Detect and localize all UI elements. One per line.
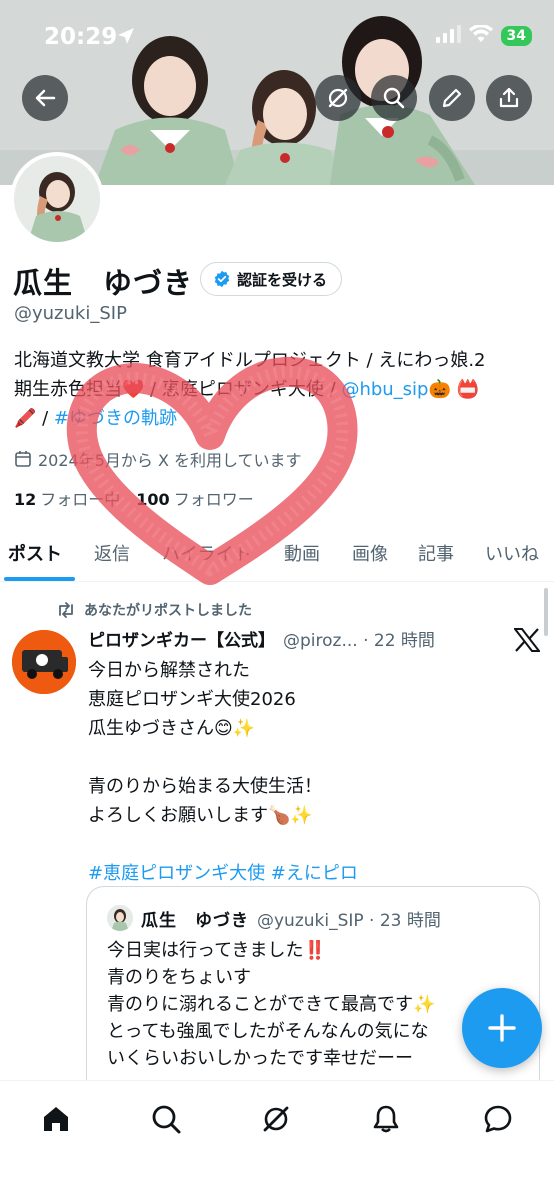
repost-indicator: あなたがリポストしました [56,600,252,620]
nav-notifications[interactable] [364,1097,408,1141]
followers-label: フォロワー [173,490,254,509]
bio-text: 🖍️ / [14,408,54,429]
quote-line: とっても強風でしたがそんなんの気にな [107,1021,429,1042]
profile-avatar[interactable] [10,152,104,246]
avatar-photo [14,156,100,242]
signal-icon [435,25,461,47]
quote-header: 瓜生 ゆづき @yuzuki_SIP · 23 時間 [107,905,441,931]
search-icon [383,87,405,109]
post-body: 今日から解禁された 恵庭ピロザンギ大使2026 瓜生ゆづきさん😊✨ 青のりから始… [88,656,528,888]
quote-line: いくらいおいしかったです幸せだーー [107,1048,413,1069]
compose-post-button[interactable] [462,988,542,1068]
nav-messages[interactable] [476,1097,520,1141]
share-icon [499,87,519,108]
post-line: 青のりから始まる大使生活！ [88,776,322,797]
back-arrow-icon [35,89,56,107]
following-link[interactable]: 12 フォロー中 [14,486,120,510]
home-icon [44,1107,68,1131]
pencil-icon [442,88,462,108]
quote-line: 青のりに溺れることができて最高です✨ [107,994,436,1015]
scrollbar[interactable] [544,588,548,636]
search-button[interactable] [371,75,417,121]
location-arrow-icon [116,26,136,50]
followers-link[interactable]: 100 フォロワー [136,486,253,510]
tab-articles[interactable]: 記事 [418,540,454,566]
quote-body: 今日実は行ってきました‼️ 青のりをちょいす 青のりに溺れることができて最高です… [107,937,435,1072]
bio-mention-link[interactable]: @hbu_sip [341,379,428,400]
post-line: よろしくお願いします🍗✨ [88,805,313,826]
search-icon [152,1105,181,1134]
grok-button[interactable] [315,75,361,121]
bio-line: 期生赤色担当❤️ / 恵庭ピロザンギ大使 / @hbu_sip🎃 📛 [14,375,539,404]
get-verified-label: 認証を受ける [237,270,328,289]
status-indicators: 34 [435,24,532,47]
post-line [88,830,528,859]
repost-label: あなたがリポストしました [84,603,252,619]
quote-line: 今日実は行ってきました‼️ [107,940,326,961]
nav-search[interactable] [144,1097,188,1141]
share-button[interactable] [486,75,532,121]
tab-posts[interactable]: ポスト [8,540,62,566]
messages-icon [484,1105,512,1133]
nav-grok[interactable] [254,1097,298,1141]
quote-handle-time: @yuzuki_SIP · 23 時間 [257,910,441,931]
quoted-post[interactable]: 瓜生 ゆづき @yuzuki_SIP · 23 時間 今日実は行ってきました‼️… [86,886,540,1106]
profile-bio: 北海道文教大学 食育アイドルプロジェクト / えにわっ娘.2 期生赤色担当❤️ … [14,346,539,433]
post-header: ピロザンギカー【公式】 @piroz... · 22 時間 [88,626,435,651]
bio-line: 🖍️ / #ゆづきの軌跡 [14,404,539,433]
post-line: 今日から解禁された [88,660,250,681]
plus-icon [488,1014,516,1042]
profile-handle: @yuzuki_SIP [14,303,127,324]
calendar-icon [15,451,31,467]
wifi-icon [468,24,493,47]
tab-likes[interactable]: いいね [485,540,539,566]
verified-badge-icon [214,270,230,288]
grok-icon [328,88,348,108]
post-author-name[interactable]: ピロザンギカー【公式】 [88,626,275,651]
follow-stats: 12 フォロー中 100 フォロワー [14,486,254,510]
food-truck-logo [12,630,76,694]
post-line [88,743,528,772]
bio-text: 期生赤色担当❤️ / 恵庭ピロザンギ大使 / [14,379,342,400]
bottom-navigation [0,1080,554,1199]
post-line: 恵庭ピロザンギ大使2026 [88,689,296,710]
battery-indicator: 34 [500,26,532,46]
following-count: 12 [14,490,37,509]
status-time: 20:29 [44,24,118,50]
post-line: 瓜生ゆづきさん😊✨ [88,718,256,739]
back-button[interactable] [22,75,68,121]
get-verified-button[interactable]: 認証を受ける [200,262,343,296]
tab-images[interactable]: 画像 [352,540,388,566]
quote-author-avatar [107,905,133,931]
nav-home[interactable] [34,1097,78,1141]
joined-date: 2024年5月から X を利用しています [14,447,302,471]
repost-icon [59,602,73,618]
active-tab-indicator [4,577,75,581]
edit-button[interactable] [429,75,475,121]
post-author-avatar[interactable] [12,630,76,694]
profile-tabs: ポスト 返信 ハイライト 動画 画像 記事 いいね [0,526,554,582]
profile-name: 瓜生 ゆづき [13,266,194,300]
status-bar: 20:29 34 [0,0,554,70]
bio-hashtag-link[interactable]: #ゆづきの軌跡 [54,408,177,429]
tab-highlights[interactable]: ハイライト [162,540,252,566]
bio-emoji: 🎃 📛 [428,379,480,400]
tab-replies[interactable]: 返信 [94,540,130,566]
bio-line: 北海道文教大学 食育アイドルプロジェクト / えにわっ娘.2 [14,350,486,371]
following-label: フォロー中 [40,490,121,509]
post-handle-time: @piroz... · 22 時間 [283,631,435,651]
post-hashtags[interactable]: #恵庭ピロザンギ大使 #えにピロ [88,859,528,888]
notifications-icon [373,1105,399,1133]
quote-line: 青のりをちょいす [107,967,251,988]
grok-icon [263,1106,289,1132]
followers-count: 100 [136,490,170,509]
tab-videos[interactable]: 動画 [284,540,320,566]
joined-text: 2024年5月から X を利用しています [38,451,302,470]
x-logo-icon [512,628,542,656]
quote-author-name: 瓜生 ゆづき [141,910,249,931]
